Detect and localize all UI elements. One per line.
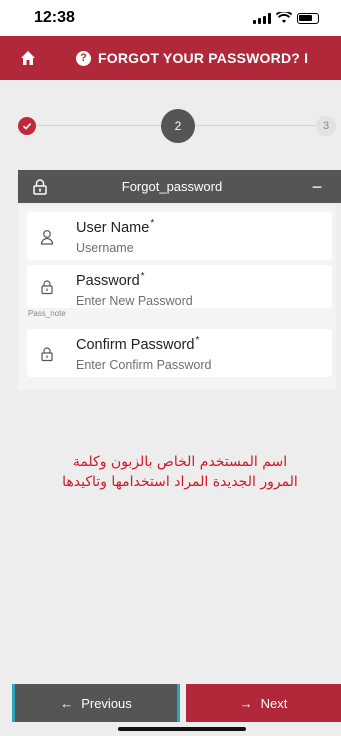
signal-icon	[253, 12, 271, 24]
username-input[interactable]	[76, 239, 316, 256]
confirm-password-label-text: Confirm Password	[76, 337, 195, 353]
page-title: FORGOT YOUR PASSWORD? I	[98, 50, 309, 66]
battery-icon	[297, 12, 319, 24]
arrow-left-icon: ←	[60, 695, 74, 711]
previous-label: Previous	[81, 695, 132, 711]
step-1-completed	[18, 117, 36, 135]
top-header: ? FORGOT YOUR PASSWORD? I	[0, 36, 341, 80]
step-2-current: 2	[161, 109, 195, 143]
required-mark: *	[140, 271, 145, 282]
home-icon[interactable]	[20, 50, 36, 66]
instruction-note: اسم المستخدم الخاص بالزبون وكلمة المرور …	[62, 454, 298, 490]
form-panel: User Name* Password* Pass_note Confirm P…	[18, 205, 336, 390]
lock-icon	[41, 347, 53, 362]
confirm-password-field[interactable]: Confirm Password*	[27, 329, 332, 377]
header-title-group: ? FORGOT YOUR PASSWORD? I	[76, 50, 308, 66]
confirm-password-input[interactable]	[76, 356, 316, 373]
password-label: Password*	[76, 271, 145, 289]
section-title: Forgot_password	[121, 179, 223, 194]
status-time: 12:38	[34, 9, 75, 26]
step-3-upcoming: 3	[316, 116, 336, 136]
username-label: User Name*	[76, 218, 154, 236]
collapse-button[interactable]: −	[307, 178, 327, 196]
status-bar: 12:38	[0, 0, 341, 36]
previous-button[interactable]: ← Previous	[12, 684, 180, 722]
wifi-icon	[276, 12, 292, 23]
password-input[interactable]	[76, 292, 316, 309]
section-header[interactable]: Forgot_password −	[18, 170, 341, 203]
password-label-text: Password	[76, 273, 140, 289]
check-icon	[22, 123, 32, 130]
required-mark: *	[195, 335, 200, 346]
status-icons	[253, 12, 319, 24]
user-icon	[40, 230, 54, 245]
arrow-right-icon: →	[239, 695, 253, 711]
next-label: Next	[260, 695, 288, 711]
question-icon: ?	[76, 50, 91, 66]
confirm-password-label: Confirm Password*	[76, 335, 199, 353]
pass-note: Pass_note	[28, 309, 66, 318]
next-button[interactable]: → Next	[186, 684, 341, 722]
required-mark: *	[150, 218, 155, 229]
lock-icon	[41, 280, 53, 295]
username-label-text: User Name	[76, 220, 150, 236]
username-field[interactable]: User Name*	[27, 212, 332, 260]
password-field[interactable]: Password*	[27, 265, 332, 309]
home-indicator	[118, 727, 246, 731]
